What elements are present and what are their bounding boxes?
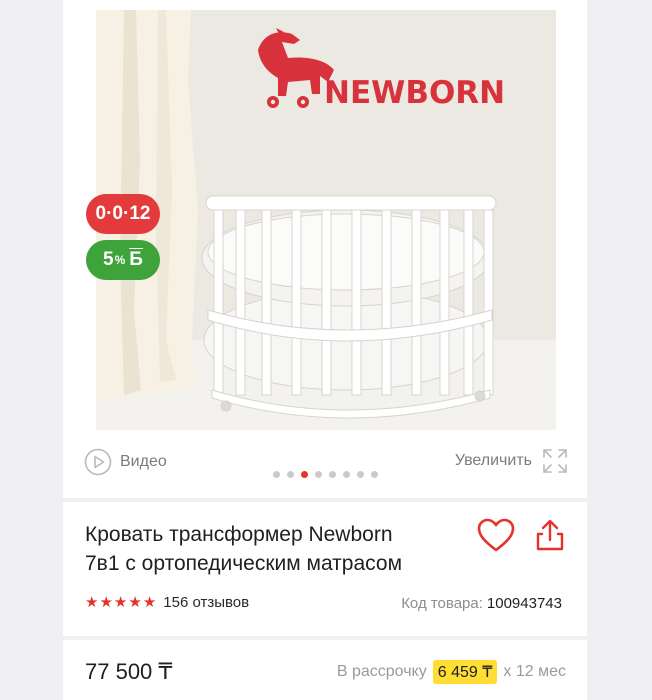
favorite-button[interactable] — [476, 517, 516, 555]
reviews-count: 156 отзывов — [163, 594, 250, 611]
crib-image: NEWBORN — [96, 10, 556, 430]
sku-label: Код товара: — [401, 595, 483, 612]
bonus-badge-percent-sign: % — [114, 253, 126, 267]
installment-offer[interactable]: В рассрочку 6 459 ₸ x 12 мес — [337, 660, 566, 684]
star-icon: ★ — [85, 593, 99, 611]
share-button[interactable] — [532, 517, 568, 555]
star-icon: ★ — [128, 593, 142, 611]
carousel-dot[interactable] — [315, 471, 322, 478]
product-sku: Код товара: 100943743 — [401, 595, 562, 612]
carousel-dot[interactable] — [273, 471, 280, 478]
carousel-dots[interactable] — [273, 471, 378, 478]
carousel-dot[interactable] — [287, 471, 294, 478]
bonus-badge: 5% Б — [86, 240, 160, 280]
installment-amount: 6 459 ₸ — [432, 660, 498, 684]
installment-suffix: x 12 мес — [503, 663, 566, 680]
zoom-button[interactable]: Увеличить — [455, 448, 568, 474]
share-icon — [536, 519, 564, 551]
video-label: Видео — [120, 453, 167, 470]
expand-icon — [543, 449, 567, 473]
star-icon: ★ — [113, 593, 128, 611]
rating-row[interactable]: ★ ★ ★ ★ ★ 156 отзывов — [85, 594, 249, 611]
carousel-dot[interactable] — [371, 471, 378, 478]
star-icon: ★ — [99, 593, 113, 611]
sku-value: 100943743 — [486, 595, 562, 612]
product-title: Кровать трансформер Newborn 7в1 с ортопе… — [85, 520, 465, 578]
zoom-label: Увеличить — [454, 452, 532, 469]
bonus-badge-currency: Б — [129, 249, 143, 270]
installment-prefix: В рассрочку — [336, 663, 427, 680]
product-title-line-2: 7в1 с ортопедическим матрасом — [85, 552, 403, 575]
heart-icon — [477, 518, 515, 552]
video-button[interactable]: Видео — [84, 448, 167, 476]
carousel-dot[interactable] — [357, 471, 364, 478]
installment-badge-label: 0·0·12 — [95, 203, 151, 224]
bonus-badge-percent: 5 — [103, 249, 114, 270]
product-photo[interactable]: NEWBORN — [96, 10, 556, 430]
carousel-dot[interactable] — [329, 471, 336, 478]
installment-badge: 0·0·12 — [86, 194, 160, 234]
play-circle-icon — [84, 448, 112, 476]
rating-stars: ★ ★ ★ ★ ★ — [85, 595, 156, 610]
price: 77 500 ₸ — [85, 659, 173, 684]
carousel-dot[interactable] — [301, 471, 308, 478]
star-icon: ★ — [142, 593, 157, 611]
carousel-dot[interactable] — [343, 471, 350, 478]
svg-text:NEWBORN: NEWBORN — [324, 75, 505, 111]
product-title-line-1: Кровать трансформер Newborn — [85, 523, 393, 546]
